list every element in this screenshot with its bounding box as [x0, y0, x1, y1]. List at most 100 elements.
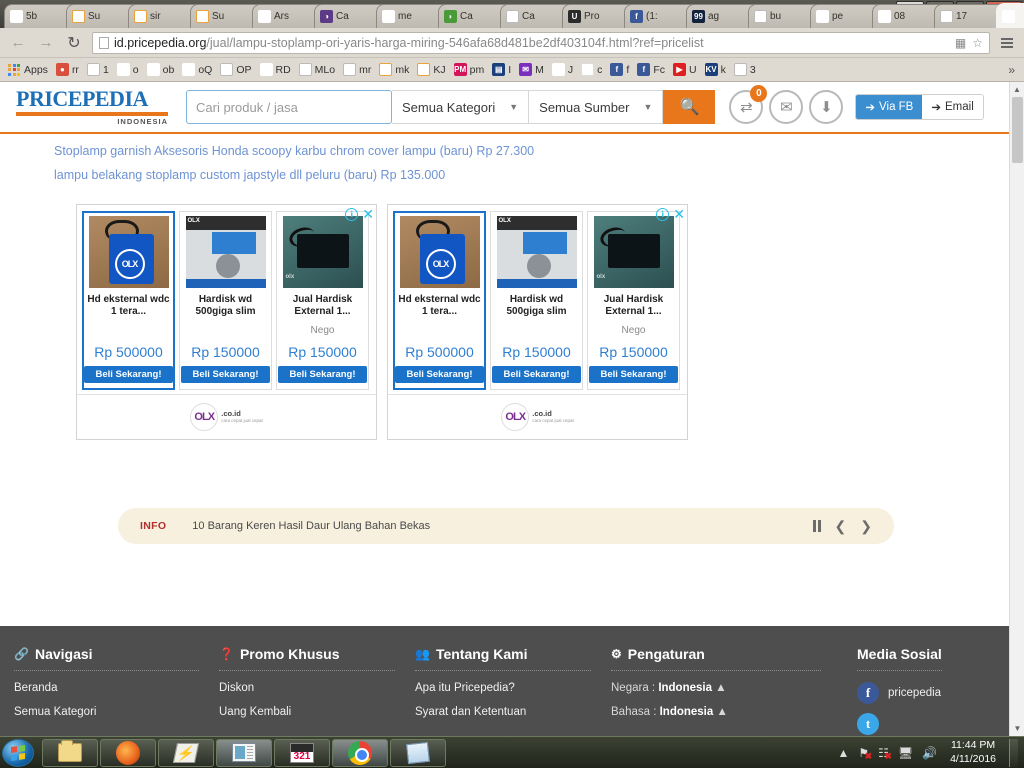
footer-link[interactable]: Syarat dan Ketentuan: [415, 706, 591, 718]
back-button[interactable]: ←: [8, 33, 28, 53]
windows-start-icon[interactable]: [2, 738, 34, 767]
taskbar-item-kmplayer[interactable]: 321: [274, 738, 330, 767]
ad-card[interactable]: olx Jual Hardisk External 1... Nego Rp 1500…: [587, 211, 680, 390]
bookmark-item[interactable]: ☰ mr: [340, 61, 374, 78]
login-via-email-button[interactable]: ➔ Email: [922, 95, 983, 119]
product-link[interactable]: Stoplamp garnish Aksesoris Honda scoopy …: [54, 144, 1024, 158]
info-text[interactable]: 10 Barang Keren Hasil Daur Ulang Bahan B…: [192, 520, 430, 532]
messages-button[interactable]: ✉: [769, 90, 804, 124]
scroll-up-button[interactable]: ▲: [1010, 82, 1024, 97]
bookmark-item[interactable]: PM pm: [451, 61, 488, 78]
bookmark-item[interactable]: ● rr: [53, 61, 82, 78]
buy-now-button[interactable]: Beli Sekarang!: [492, 366, 581, 383]
bookmark-item[interactable]: K KJ: [414, 61, 448, 78]
page-content: PRICEPEDIA INDONESIA Semua Kategori ▼ Se…: [0, 82, 1024, 736]
search-button[interactable]: 🔍: [663, 90, 716, 124]
network-error-icon[interactable]: ☷ ✖: [878, 746, 892, 761]
login-via-fb-button[interactable]: ➔ Via FB: [856, 95, 923, 119]
footer-divider: [611, 670, 821, 671]
footer-link[interactable]: Semua Kategori: [14, 706, 199, 718]
taskbar-item-file-explorer[interactable]: [42, 738, 98, 767]
footer-link[interactable]: Uang Kembali: [219, 706, 395, 718]
bookmark-item[interactable]: olx oQ: [179, 61, 215, 78]
footer-link[interactable]: Beranda: [14, 682, 199, 694]
bookmark-item[interactable]: ✉ M: [516, 61, 547, 78]
page-scrollbar[interactable]: ▲ ▼: [1009, 82, 1024, 736]
bookmark-item[interactable]: ☰ OP: [217, 61, 254, 78]
ad-provider[interactable]: OLX .co.id cara cepat jual cepat: [388, 394, 687, 439]
ad-card[interactable]: olx Jual Hardisk External 1... Nego Rp 1500…: [276, 211, 369, 390]
download-button[interactable]: ⬇: [809, 90, 844, 124]
show-desktop-button[interactable]: [1009, 738, 1018, 767]
bookmark-item[interactable]: olx RD: [257, 61, 294, 78]
taskbar-item-notepad[interactable]: [390, 738, 446, 767]
chevron-left-icon[interactable]: ❮: [835, 518, 847, 535]
bookmark-item[interactable]: ✺ c: [578, 61, 605, 78]
ad-card[interactable]: OLX Hd eksternal wdc 1 tera... Rp 500000 Be…: [82, 211, 175, 390]
category-select[interactable]: Semua Kategori ▼: [392, 90, 530, 124]
bookmark-item[interactable]: ▤ I: [489, 61, 514, 78]
footer-link[interactable]: Apa itu Pricepedia?: [415, 682, 591, 694]
hamburger-menu-icon[interactable]: [998, 37, 1016, 48]
taskbar-item-chrome[interactable]: [332, 738, 388, 767]
buy-now-button[interactable]: Beli Sekarang!: [395, 366, 484, 383]
reload-button[interactable]: ↻: [64, 33, 84, 53]
info-icon[interactable]: i: [656, 207, 670, 221]
taskbar-item-winamp[interactable]: ⚡: [158, 738, 214, 767]
bookmark-item[interactable]: ff: [607, 61, 632, 78]
taskbar-item-firefox[interactable]: [100, 738, 156, 767]
bookmark-item[interactable]: ☰ MLo: [296, 61, 338, 78]
setting-row[interactable]: Negara : Indonesia ▲: [611, 682, 821, 694]
scrollbar-thumb[interactable]: [1012, 97, 1023, 163]
buy-now-button[interactable]: Beli Sekarang!: [589, 366, 678, 383]
star-icon[interactable]: ☆: [972, 36, 983, 50]
info-icon[interactable]: i: [345, 207, 359, 221]
pause-icon[interactable]: [813, 520, 821, 532]
product-link[interactable]: lampu belakang stoplamp custom japstyle …: [54, 168, 1024, 182]
page-info-icon[interactable]: [99, 36, 109, 49]
ad-price: Rp 500000: [94, 344, 163, 360]
search-input[interactable]: [186, 90, 392, 124]
bookmark-item[interactable]: f Fc: [634, 61, 668, 78]
document-icon: ☰: [506, 10, 519, 23]
bookmark-item[interactable]: ☰ 3: [731, 61, 759, 78]
bookmark-item[interactable]: Kmk: [376, 61, 412, 78]
browser-tab[interactable]: P×: [996, 3, 1024, 28]
ad-card[interactable]: OLX Hardisk wd 500giga slim Rp 150000 Beli …: [179, 211, 272, 390]
flag-error-icon[interactable]: ⚑ ✖: [858, 746, 872, 761]
social-item[interactable]: f pricepedia: [857, 682, 942, 704]
bookmark-item[interactable]: JNEJ: [549, 61, 576, 78]
taskbar-item-media-player[interactable]: [216, 738, 272, 767]
translate-icon[interactable]: ▦: [955, 36, 966, 50]
ad-card[interactable]: OLX Hardisk wd 500giga slim Rp 150000 Beli …: [490, 211, 583, 390]
setting-row[interactable]: Bahasa : Indonesia ▲: [611, 706, 821, 718]
bookmark-item[interactable]: ☰ 1: [84, 61, 112, 78]
bookmark-item[interactable]: olx ob: [144, 61, 178, 78]
address-bar[interactable]: id.pricepedia.org/jual/lampu-stoplamp-or…: [92, 31, 990, 54]
buy-now-button[interactable]: Beli Sekarang!: [84, 366, 173, 383]
tab-label: 5b: [26, 11, 38, 22]
chevron-right-icon[interactable]: ❯: [860, 518, 872, 535]
source-select[interactable]: Semua Sumber ▼: [529, 90, 664, 124]
tray-expand-icon[interactable]: ▲: [837, 746, 849, 760]
buy-now-button[interactable]: Beli Sekarang!: [278, 366, 367, 383]
bookmark-item[interactable]: ▶ U: [670, 61, 700, 78]
close-icon[interactable]: ✕: [673, 207, 685, 221]
footer-link[interactable]: Diskon: [219, 682, 395, 694]
scroll-down-button[interactable]: ▼: [1010, 721, 1024, 736]
volume-icon[interactable]: 🔊: [922, 746, 937, 760]
bookmark-item[interactable]: Apps: [5, 62, 51, 78]
close-icon[interactable]: ✕: [362, 207, 374, 221]
buy-now-button[interactable]: Beli Sekarang!: [181, 366, 270, 383]
ad-card[interactable]: OLX Hd eksternal wdc 1 tera... Rp 500000 Be…: [393, 211, 486, 390]
bookmark-item[interactable]: olx o: [114, 61, 142, 78]
social-item[interactable]: t: [857, 713, 942, 735]
bookmark-item[interactable]: KV k: [702, 61, 729, 78]
compare-button[interactable]: ⇄ 0: [729, 85, 768, 124]
forward-button[interactable]: →: [36, 33, 56, 53]
usb-icon[interactable]: 🖥: [898, 746, 913, 760]
clock[interactable]: 11:44 PM 4/11/2016: [946, 739, 1000, 765]
bookmarks-overflow-button[interactable]: »: [1008, 63, 1019, 77]
site-logo[interactable]: PRICEPEDIA INDONESIA: [8, 88, 186, 126]
ad-provider[interactable]: OLX .co.id cara cepat jual cepat: [77, 394, 376, 439]
